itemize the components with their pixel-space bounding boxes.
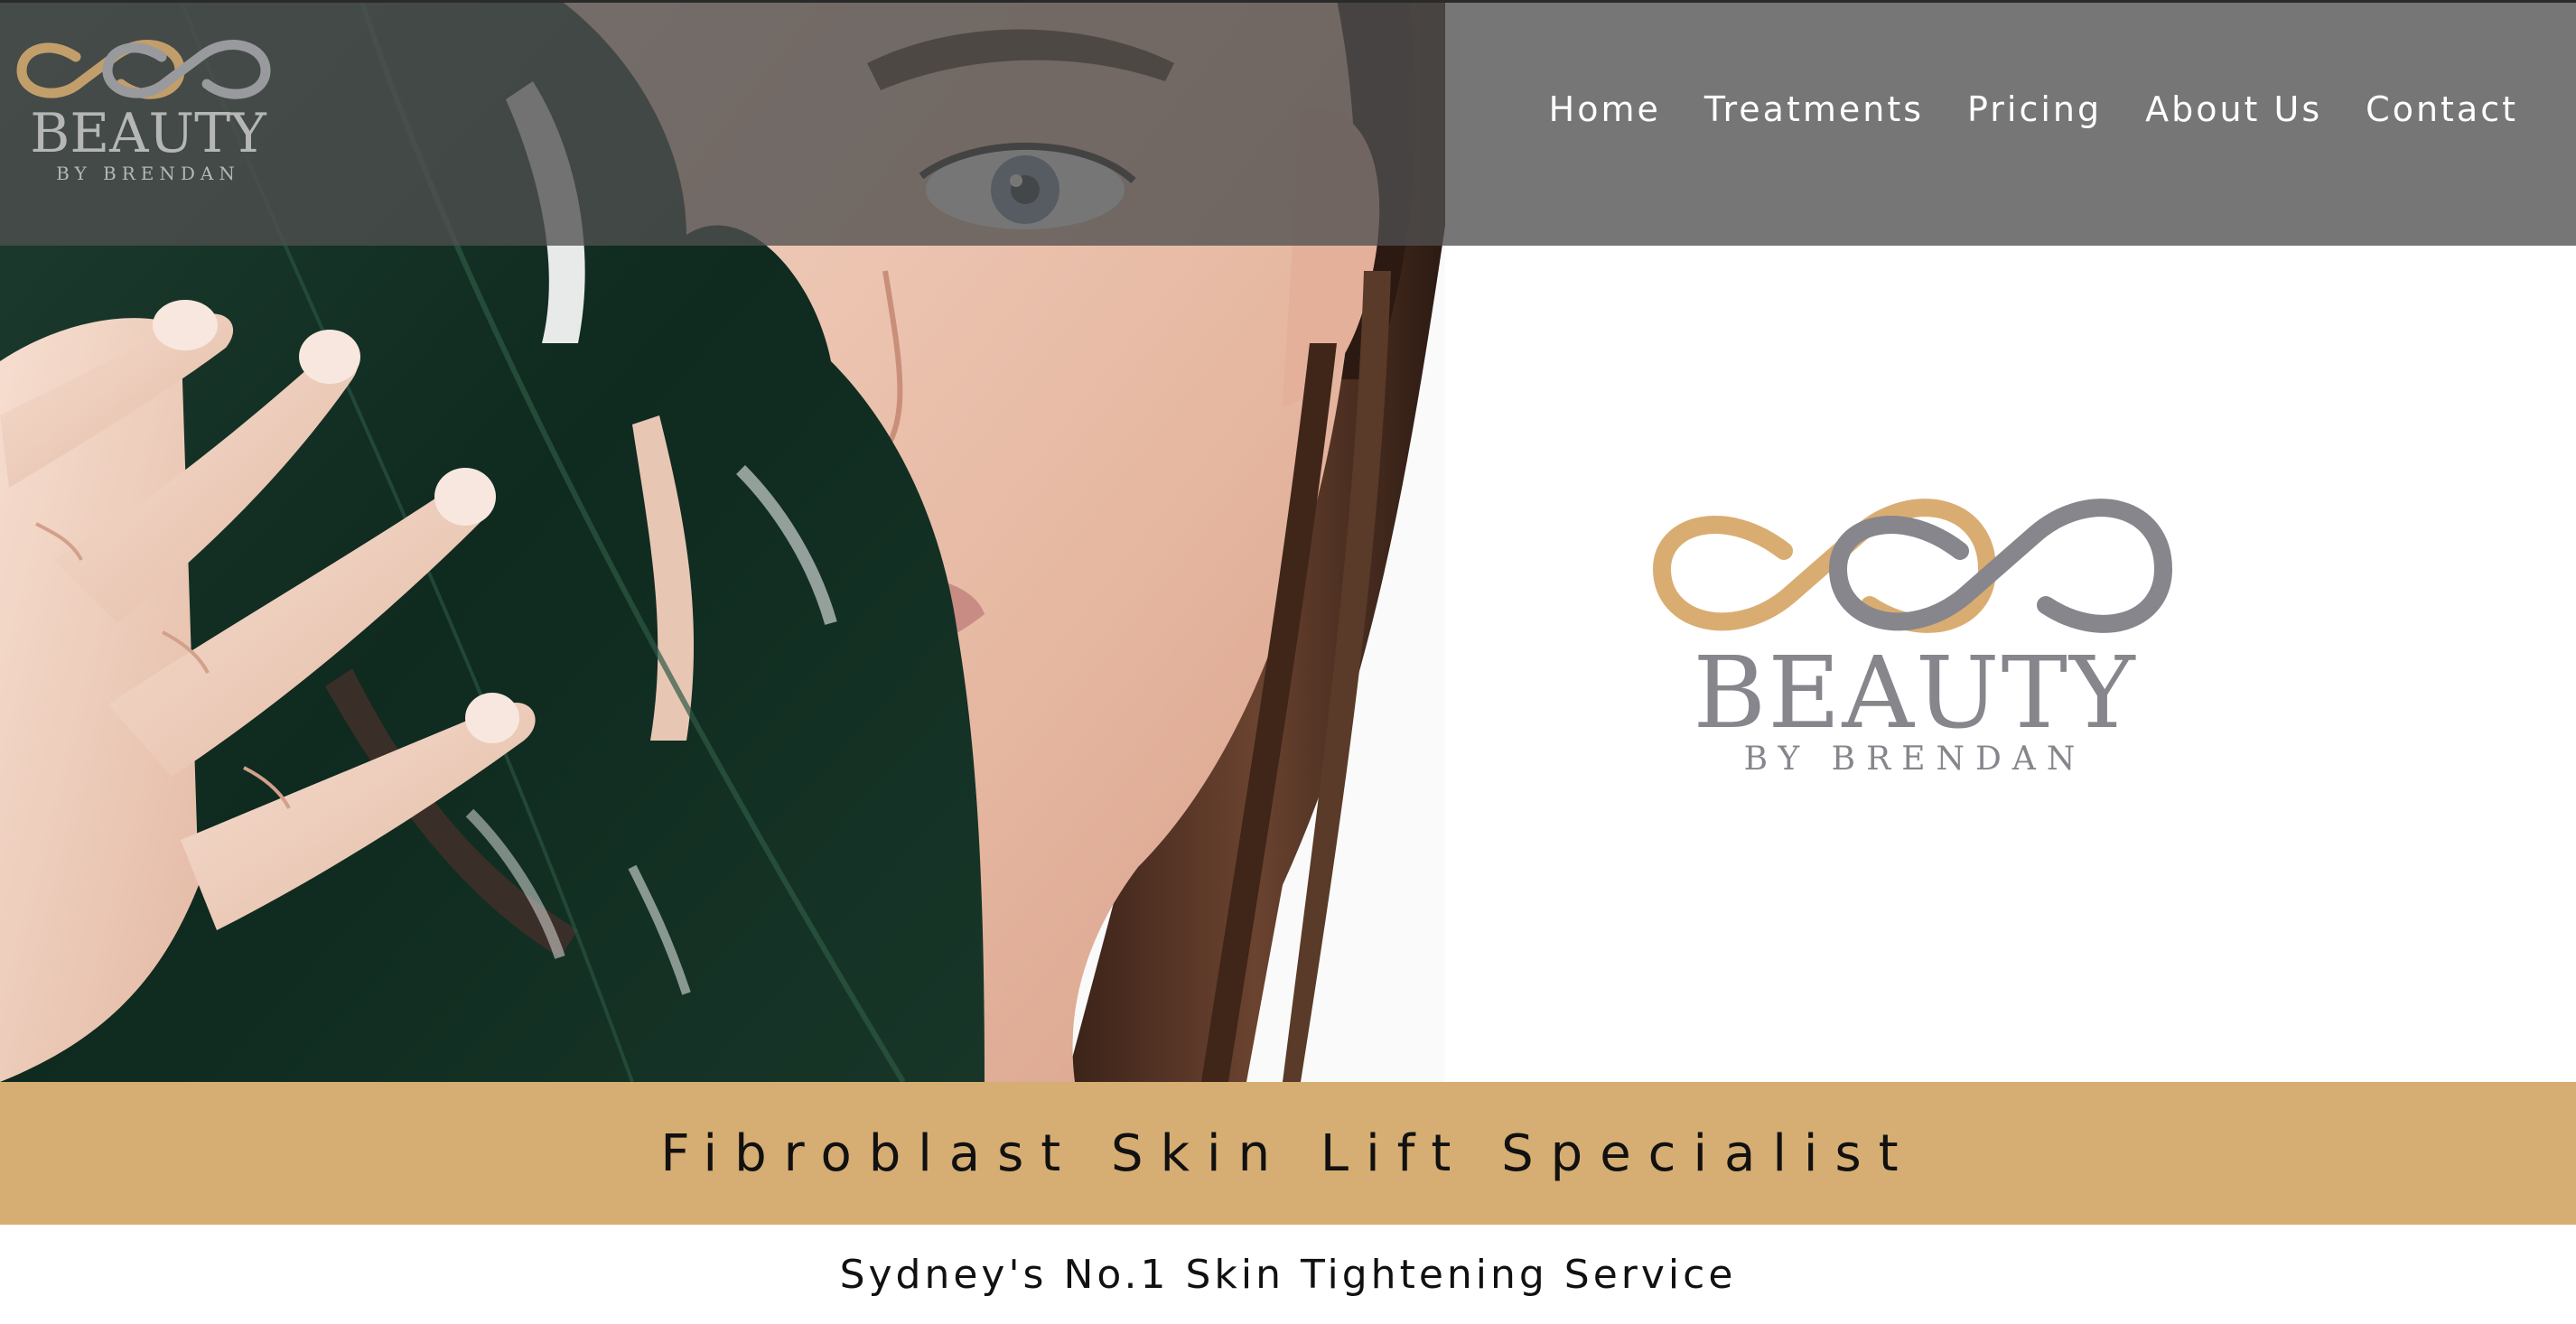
banner-title: Fibroblast Skin Lift Specialist bbox=[660, 1124, 1916, 1183]
nav-item-pricing: Pricing bbox=[1967, 89, 2102, 129]
header-logo-wordmark: BEAUTY bbox=[30, 102, 267, 165]
header-logo-link[interactable]: BEAUTY BY BRENDAN bbox=[4, 30, 302, 192]
hero-logo-tagline: BY BRENDAN bbox=[1744, 741, 2086, 777]
nav-item-treatments: Treatments bbox=[1704, 89, 1924, 129]
nav-link-pricing[interactable]: Pricing bbox=[1967, 89, 2102, 129]
specialist-banner: Fibroblast Skin Lift Specialist bbox=[0, 1082, 2576, 1225]
hero-logo-wordmark: BEAUTY bbox=[1693, 635, 2136, 751]
nav-link-treatments[interactable]: Treatments bbox=[1704, 89, 1924, 129]
page-subtitle: Sydney's No.1 Skin Tightening Service bbox=[839, 1251, 1737, 1298]
nav-link-contact[interactable]: Contact bbox=[2366, 89, 2518, 129]
header-logo-tagline: BY BRENDAN bbox=[56, 163, 240, 184]
nav-item-contact: Contact bbox=[2366, 89, 2518, 129]
site-header: BEAUTY BY BRENDAN Home Treatments Pricin… bbox=[0, 0, 2576, 246]
nav-link-about-us[interactable]: About Us bbox=[2145, 89, 2322, 129]
hero-brand-logo: BEAUTY BY BRENDAN bbox=[1626, 470, 2204, 778]
nav-link-home[interactable]: Home bbox=[1549, 89, 1661, 129]
page: BEAUTY BY BRENDAN BEAUTY BY BRENDAN Home… bbox=[0, 0, 2576, 1324]
nav-item-home: Home bbox=[1549, 89, 1661, 129]
nav-list: Home Treatments Pricing About Us Contact bbox=[1549, 89, 2518, 129]
nav-item-about-us: About Us bbox=[2145, 89, 2322, 129]
